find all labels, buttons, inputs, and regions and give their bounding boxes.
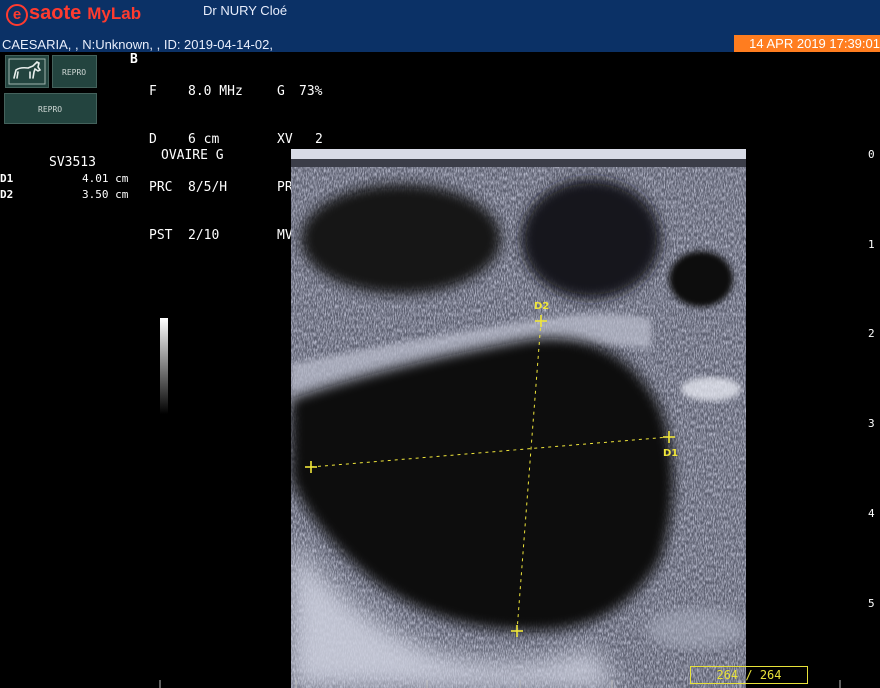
caliper-d2-label: D2 xyxy=(534,301,549,312)
patient-info: CAESARIA, , N:Unknown, , ID: 2019-04-14-… xyxy=(2,37,273,52)
horse-icon xyxy=(8,58,46,85)
preset-icon-button[interactable] xyxy=(5,55,49,88)
ultrasound-scan: D1 D2 xyxy=(291,149,746,688)
doctor-name: Dr NURY Cloé xyxy=(203,3,288,18)
esaote-logo: e saote MyLab xyxy=(6,2,141,26)
header-bar: e saote MyLab Dr NURY Cloé CAESARIA, , N:U… xyxy=(0,0,880,52)
depth-tick-3: 3 xyxy=(868,417,875,430)
grayscale-bar xyxy=(160,318,168,414)
mode-indicator: B xyxy=(130,52,138,67)
caliper-d1-label: D1 xyxy=(663,448,678,459)
measurement-d1-value: 4.01 cm xyxy=(82,172,129,185)
depth-tick-1: 1 xyxy=(868,238,875,251)
annotation-label: OVAIRE G xyxy=(161,148,224,163)
measurement-d2-label: D2 xyxy=(0,188,14,201)
depth-tick-5: 5 xyxy=(868,597,875,610)
preset-button-repro-2[interactable]: REPRO xyxy=(4,93,97,124)
logo-e-mark: e xyxy=(6,4,28,26)
measurement-d1-label: D1 xyxy=(0,172,14,185)
preset-button-2-label: REPRO xyxy=(38,105,63,114)
preset-button-repro-1[interactable]: REPRO xyxy=(52,55,97,88)
cine-frame-counter[interactable]: 264 / 264 xyxy=(690,666,808,684)
depth-tick-2: 2 xyxy=(868,327,875,340)
depth-tick-4: 4 xyxy=(868,507,875,520)
measurement-d2-value: 3.50 cm xyxy=(82,188,129,201)
param-row: F 8.0 MHz G 73% xyxy=(149,84,323,99)
product-name: MyLab xyxy=(87,4,142,23)
datetime-badge: 14 APR 2019 17:39:01 xyxy=(734,35,880,52)
ultrasound-image[interactable]: D1 D2 xyxy=(291,149,746,688)
param-row: D6 cm XV 2 xyxy=(149,132,323,147)
preset-button-1-label: REPRO xyxy=(62,68,87,77)
imaging-parameters: B F8.0 MHzG73% D6 cmXV2 PRC8/5/HPRS2 PST… xyxy=(130,52,323,243)
depth-tick-0: 0 xyxy=(868,148,875,161)
probe-id: SV3513 xyxy=(49,155,96,170)
brand-name: saote xyxy=(29,2,82,24)
